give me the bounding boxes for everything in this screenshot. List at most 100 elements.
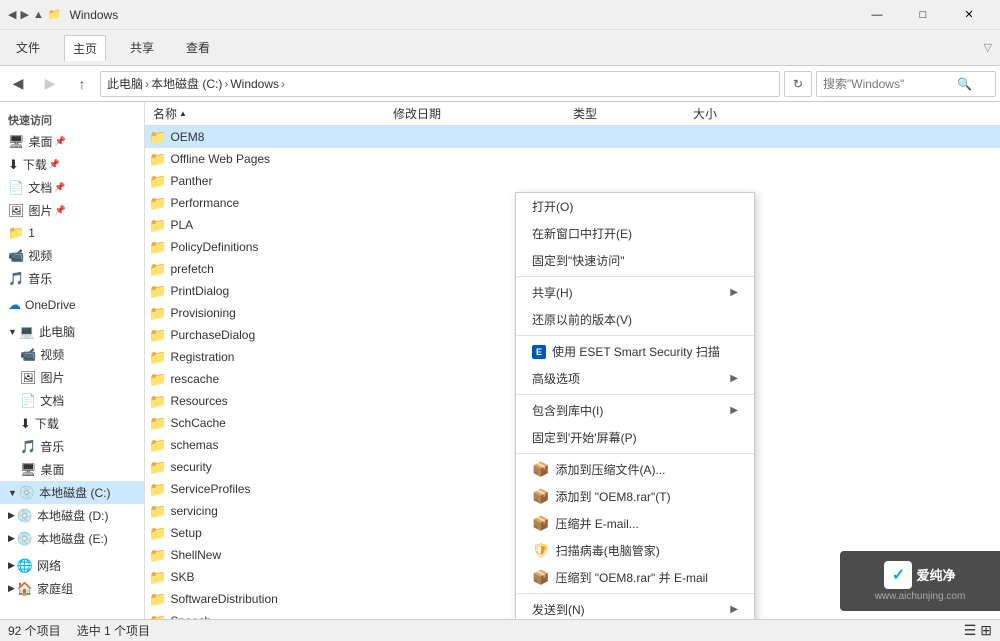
file-performance-name: Performance	[170, 196, 400, 210]
file-row-offlinewebpages[interactable]: 📁 Offline Web Pages	[145, 148, 1000, 170]
breadcrumb[interactable]: 此电脑 › 本地磁盘 (C:) › Windows ›	[100, 71, 780, 97]
ctx-include-library[interactable]: 包含到库中(I) ▶	[516, 397, 754, 424]
col-name-label: 名称	[153, 105, 177, 122]
folder-purchasedialog-icon: 📁	[149, 327, 166, 344]
ctx-pin-start[interactable]: 固定到'开始'屏幕(P)	[516, 424, 754, 451]
tab-view[interactable]: 查看	[178, 35, 218, 60]
sidebar-item-drive-c[interactable]: ▼ 💿 本地磁盘 (C:)	[0, 481, 144, 504]
ctx-advanced[interactable]: 高级选项 ▶	[516, 365, 754, 392]
minimize-button[interactable]: —	[854, 0, 900, 30]
folder-pla-icon: 📁	[149, 217, 166, 234]
pin-icon-pictures: 📌	[55, 205, 66, 216]
watermark-content: ✓ 爱纯净 www.aichunjing.com	[875, 561, 966, 602]
desktop-icon: 🖥	[8, 134, 25, 150]
maximize-button[interactable]: □	[900, 0, 946, 30]
col-type[interactable]: 类型	[569, 105, 689, 122]
tab-home[interactable]: 主页	[64, 35, 106, 61]
compress3-icon: 📦	[532, 515, 549, 532]
sidebar-item-video2[interactable]: 📹 视频	[0, 343, 144, 366]
sidebar-item-pictures2[interactable]: 🖼 图片	[0, 366, 144, 389]
window-controls: — □ ✕	[854, 0, 992, 30]
sidebar-item-downloads[interactable]: ⬇ 下载 📌	[0, 153, 144, 176]
file-resources-name: Resources	[170, 394, 400, 408]
expand-c: ▼	[8, 488, 17, 498]
back-button[interactable]: ◀	[4, 70, 32, 98]
ctx-pin-quick-access[interactable]: 固定到"快速访问"	[516, 247, 754, 274]
ctx-add-rar-label: 添加到 "OEM8.rar"(T)	[555, 488, 738, 505]
close-button[interactable]: ✕	[946, 0, 992, 30]
search-input[interactable]	[823, 77, 953, 91]
sidebar-item-1[interactable]: 📁 1	[0, 222, 144, 244]
tab-file[interactable]: 文件	[8, 35, 48, 60]
sidebar-item-music[interactable]: 🎵 音乐	[0, 267, 144, 290]
file-header: 名称 ▲ 修改日期 类型 大小	[145, 102, 1000, 126]
folder-security-icon: 📁	[149, 459, 166, 476]
sidebar-item-desktop[interactable]: 🖥 桌面 📌	[0, 130, 144, 153]
ctx-scan-virus[interactable]: 🛡 扫描病毒(电脑管家)	[516, 537, 754, 564]
file-row-panther[interactable]: 📁 Panther	[145, 170, 1000, 192]
sidebar-item-onedrive[interactable]: ☁ OneDrive	[0, 294, 144, 316]
sidebar-item-video[interactable]: 📹 视频	[0, 244, 144, 267]
sidebar-item-music2[interactable]: 🎵 音乐	[0, 435, 144, 458]
grid-view-button[interactable]: ⊞	[980, 622, 992, 639]
file-registration-name: Registration	[170, 350, 400, 364]
sidebar-music2-label: 音乐	[40, 438, 64, 455]
sidebar-item-network[interactable]: ▶ 🌐 网络	[0, 554, 144, 577]
ctx-share[interactable]: 共享(H) ▶	[516, 279, 754, 306]
list-view-button[interactable]: ☰	[964, 622, 977, 639]
ctx-eset-scan[interactable]: E 使用 ESET Smart Security 扫描	[516, 338, 754, 365]
forward-button[interactable]: ▶	[36, 70, 64, 98]
sidebar-music-label: 音乐	[28, 270, 52, 287]
ctx-compress-email[interactable]: 📦 压缩并 E-mail...	[516, 510, 754, 537]
col-size[interactable]: 大小	[689, 105, 769, 122]
ctx-send-to-arrow: ▶	[730, 604, 738, 615]
sidebar-video-label: 视频	[28, 247, 52, 264]
refresh-button[interactable]: ↻	[784, 71, 812, 97]
ctx-open[interactable]: 打开(O)	[516, 193, 754, 220]
sidebar-item-desktop2[interactable]: 🖥 桌面	[0, 458, 144, 481]
sidebar-item-downloads2[interactable]: ⬇ 下载	[0, 412, 144, 435]
eset-icon: E	[532, 345, 546, 359]
folder-provisioning-icon: 📁	[149, 305, 166, 322]
ctx-advanced-label: 高级选项	[532, 370, 730, 387]
folder-serviceprofiles-icon: 📁	[149, 481, 166, 498]
drive-d-icon: 💿	[17, 508, 33, 524]
col-date[interactable]: 修改日期	[389, 105, 569, 122]
sidebar-thispc-label: 此电脑	[39, 323, 75, 340]
sidebar-item-drive-d[interactable]: ▶ 💿 本地磁盘 (D:)	[0, 504, 144, 527]
sidebar-documents2-label: 文档	[40, 392, 64, 409]
sidebar-item-documents[interactable]: 📄 文档 📌	[0, 176, 144, 199]
expand-icon: ▽	[984, 41, 992, 54]
sidebar-item-documents2[interactable]: 📄 文档	[0, 389, 144, 412]
watermark-logo-box: ✓	[884, 561, 912, 589]
file-offline-name: Offline Web Pages	[170, 152, 400, 166]
ctx-send-to[interactable]: 发送到(N) ▶	[516, 596, 754, 619]
sidebar-item-drive-e[interactable]: ▶ 💿 本地磁盘 (E:)	[0, 527, 144, 550]
homegroup-expand: ▶	[8, 583, 15, 594]
quick-access-label: 快速访问	[0, 106, 144, 130]
refresh-icon: ↻	[793, 77, 803, 91]
sidebar-pictures2-label: 图片	[41, 369, 65, 386]
col-name[interactable]: 名称 ▲	[149, 105, 389, 122]
ctx-sep2	[516, 335, 754, 336]
ctx-open-new-window[interactable]: 在新窗口中打开(E)	[516, 220, 754, 247]
file-skb-name: SKB	[170, 570, 400, 584]
ctx-advanced-arrow: ▶	[730, 373, 738, 384]
tab-share[interactable]: 共享	[122, 35, 162, 60]
sidebar-onedrive-label: OneDrive	[25, 298, 76, 312]
download-icon: ⬇	[8, 157, 19, 173]
scan-icon: 🛡	[532, 542, 550, 559]
ctx-restore-prev[interactable]: 还原以前的版本(V)	[516, 306, 754, 333]
ctx-compress-email2[interactable]: 📦 压缩到 "OEM8.rar" 并 E-mail	[516, 564, 754, 591]
context-menu: 打开(O) 在新窗口中打开(E) 固定到"快速访问" 共享(H) ▶ 还原以前的…	[515, 192, 755, 619]
ctx-add-archive[interactable]: 📦 添加到压缩文件(A)...	[516, 456, 754, 483]
file-row-oem8[interactable]: 📁 OEM8	[145, 126, 1000, 148]
sidebar-item-homegroup[interactable]: ▶ 🏠 家庭组	[0, 577, 144, 600]
sidebar-item-thispc[interactable]: ▼ 💻 此电脑	[0, 320, 144, 343]
ctx-add-archive-label: 添加到压缩文件(A)...	[555, 461, 738, 478]
sidebar-item-pictures[interactable]: 🖼 图片 📌	[0, 199, 144, 222]
ctx-add-rar[interactable]: 📦 添加到 "OEM8.rar"(T)	[516, 483, 754, 510]
up-button[interactable]: ↑	[68, 70, 96, 98]
search-icon: 🔍	[957, 77, 972, 91]
ctx-restore-label: 还原以前的版本(V)	[532, 311, 738, 328]
